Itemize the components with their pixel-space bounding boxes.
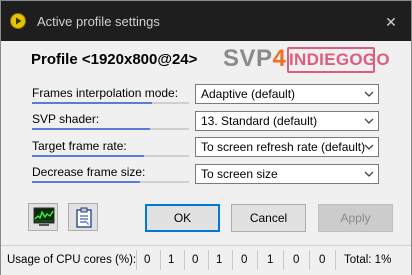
decrease-frame-size-value: To screen size — [201, 167, 278, 181]
chevron-down-icon — [364, 91, 374, 97]
cpu-total-value: Total: 1% — [344, 254, 392, 266]
ok-button[interactable]: OK — [145, 204, 220, 232]
decrease-frame-size-label: Decrease frame size: — [32, 165, 146, 179]
dialog-window: Active profile settings ✕ Profile <1920x… — [0, 0, 412, 275]
status-separator — [232, 250, 233, 270]
status-separator — [208, 250, 209, 270]
status-separator — [309, 250, 310, 270]
graph-monitor-button[interactable] — [28, 203, 58, 231]
chevron-down-icon — [364, 118, 374, 124]
target-frame-rate-value: To screen refresh rate (default) — [201, 140, 366, 154]
cpu-core-value: 0 — [192, 254, 199, 266]
clipboard-icon — [76, 207, 92, 228]
cpu-core-value: 0 — [319, 254, 326, 266]
cancel-button[interactable]: Cancel — [231, 204, 306, 232]
cpu-status-bar: Usage of CPU cores (%): 0 1 0 1 0 1 0 0 … — [1, 245, 411, 275]
target-frame-rate-label: Target frame rate: — [32, 139, 127, 153]
logo-version-text: 4 — [272, 45, 287, 72]
interpolation-mode-bar — [32, 102, 189, 104]
status-separator — [283, 250, 284, 270]
cpu-core-value: 0 — [293, 254, 300, 266]
status-separator — [160, 250, 161, 270]
svp-shader-bar — [32, 128, 189, 130]
svp-app-icon — [10, 13, 26, 29]
indiegogo-logo[interactable]: INDIEGOGO — [287, 47, 390, 73]
close-button[interactable]: ✕ — [377, 11, 405, 33]
svp-shader-select[interactable]: 13. Standard (default) — [195, 111, 379, 131]
graph-monitor-icon — [33, 207, 55, 226]
cpu-core-value: 0 — [241, 254, 248, 266]
interpolation-mode-value: Adaptive (default) — [201, 87, 296, 101]
interpolation-mode-select[interactable]: Adaptive (default) — [195, 84, 379, 104]
chevron-down-icon — [364, 144, 374, 150]
title-bar[interactable]: Active profile settings ✕ — [1, 1, 411, 41]
target-frame-rate-bar — [32, 155, 189, 157]
chevron-down-icon — [364, 171, 374, 177]
status-separator — [257, 250, 258, 270]
status-separator — [335, 250, 336, 270]
decrease-frame-size-select[interactable]: To screen size — [195, 164, 379, 184]
svp-shader-label: SVP shader: — [32, 112, 100, 126]
status-separator — [184, 250, 185, 270]
cpu-core-value: 1 — [216, 254, 223, 266]
window-title: Active profile settings — [37, 14, 160, 29]
logo-svp-text: SVP — [223, 45, 273, 72]
decrease-frame-size-bar — [32, 181, 189, 183]
cpu-core-value: 0 — [144, 254, 151, 266]
interpolation-mode-label: Frames interpolation mode: — [32, 86, 179, 100]
status-separator — [136, 250, 137, 270]
cpu-core-value: 1 — [168, 254, 175, 266]
svp-shader-value: 13. Standard (default) — [201, 114, 318, 128]
cpu-usage-label: Usage of CPU cores (%): — [7, 254, 137, 266]
target-frame-rate-select[interactable]: To screen refresh rate (default) — [195, 137, 379, 157]
cpu-core-value: 1 — [267, 254, 274, 266]
apply-button[interactable]: Apply — [318, 204, 393, 232]
svp4-logo: SVP4 — [223, 45, 286, 73]
clipboard-button[interactable] — [68, 203, 98, 231]
profile-title: Profile <1920x800@24> — [31, 51, 198, 68]
